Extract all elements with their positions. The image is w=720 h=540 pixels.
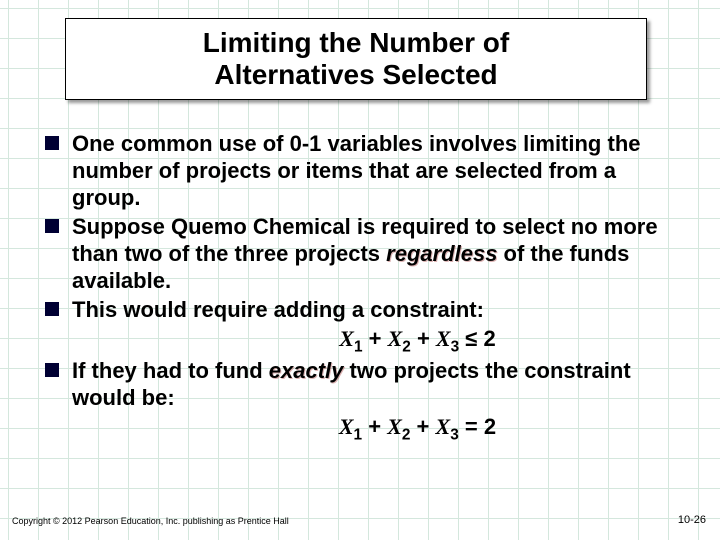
formula-sub: 3 xyxy=(450,426,459,443)
title-line-2: Alternatives Selected xyxy=(214,59,497,90)
bullet-item: Suppose Quemo Chemical is required to se… xyxy=(45,213,690,294)
bullet-text: This would require adding a constraint: xyxy=(72,296,484,323)
formula-op: ≤ xyxy=(465,326,477,351)
constraint-formula-1: X1 + X2 + X3 ≤ 2 xyxy=(145,325,690,357)
bullet-text: If they had to fund exactly two projects… xyxy=(72,357,690,411)
formula-sub: 2 xyxy=(402,339,411,356)
title-line-1: Limiting the Number of xyxy=(203,27,509,58)
formula-var: X xyxy=(339,326,354,351)
formula-var: X xyxy=(436,326,451,351)
square-bullet-icon xyxy=(45,302,59,316)
constraint-formula-2: X1 + X2 + X3 = 2 xyxy=(145,413,690,445)
bullet-item: One common use of 0-1 variables involves… xyxy=(45,130,690,211)
formula-rhs: 2 xyxy=(484,414,496,439)
bullet-emphasis: regardless xyxy=(386,241,497,266)
slide-content: One common use of 0-1 variables involves… xyxy=(45,130,690,445)
bullet-text-segment: If they had to fund xyxy=(72,358,269,383)
formula-var: X xyxy=(388,326,403,351)
formula-sub: 2 xyxy=(402,426,411,443)
bullet-text-segment: This would require adding a constraint: xyxy=(72,297,484,322)
formula-var: X xyxy=(387,414,402,439)
formula-op: = xyxy=(465,414,478,439)
formula-sub: 1 xyxy=(354,339,363,356)
square-bullet-icon xyxy=(45,219,59,233)
bullet-item: If they had to fund exactly two projects… xyxy=(45,357,690,411)
formula-rhs: 2 xyxy=(483,326,495,351)
formula-sub: 1 xyxy=(354,426,363,443)
formula-var: X xyxy=(436,414,451,439)
slide-title-box: Limiting the Number of Alternatives Sele… xyxy=(65,18,647,100)
bullet-text-segment: One common use of 0-1 variables involves… xyxy=(72,131,641,210)
copyright-text: Copyright © 2012 Pearson Education, Inc.… xyxy=(12,516,289,526)
square-bullet-icon xyxy=(45,363,59,377)
slide-title: Limiting the Number of Alternatives Sele… xyxy=(203,27,509,91)
bullet-item: This would require adding a constraint: xyxy=(45,296,690,323)
square-bullet-icon xyxy=(45,136,59,150)
formula-var: X xyxy=(339,414,354,439)
page-number: 10-26 xyxy=(678,514,706,526)
bullet-text: Suppose Quemo Chemical is required to se… xyxy=(72,213,690,294)
bullet-text: One common use of 0-1 variables involves… xyxy=(72,130,690,211)
formula-sub: 3 xyxy=(451,339,460,356)
bullet-emphasis: exactly xyxy=(269,358,344,383)
